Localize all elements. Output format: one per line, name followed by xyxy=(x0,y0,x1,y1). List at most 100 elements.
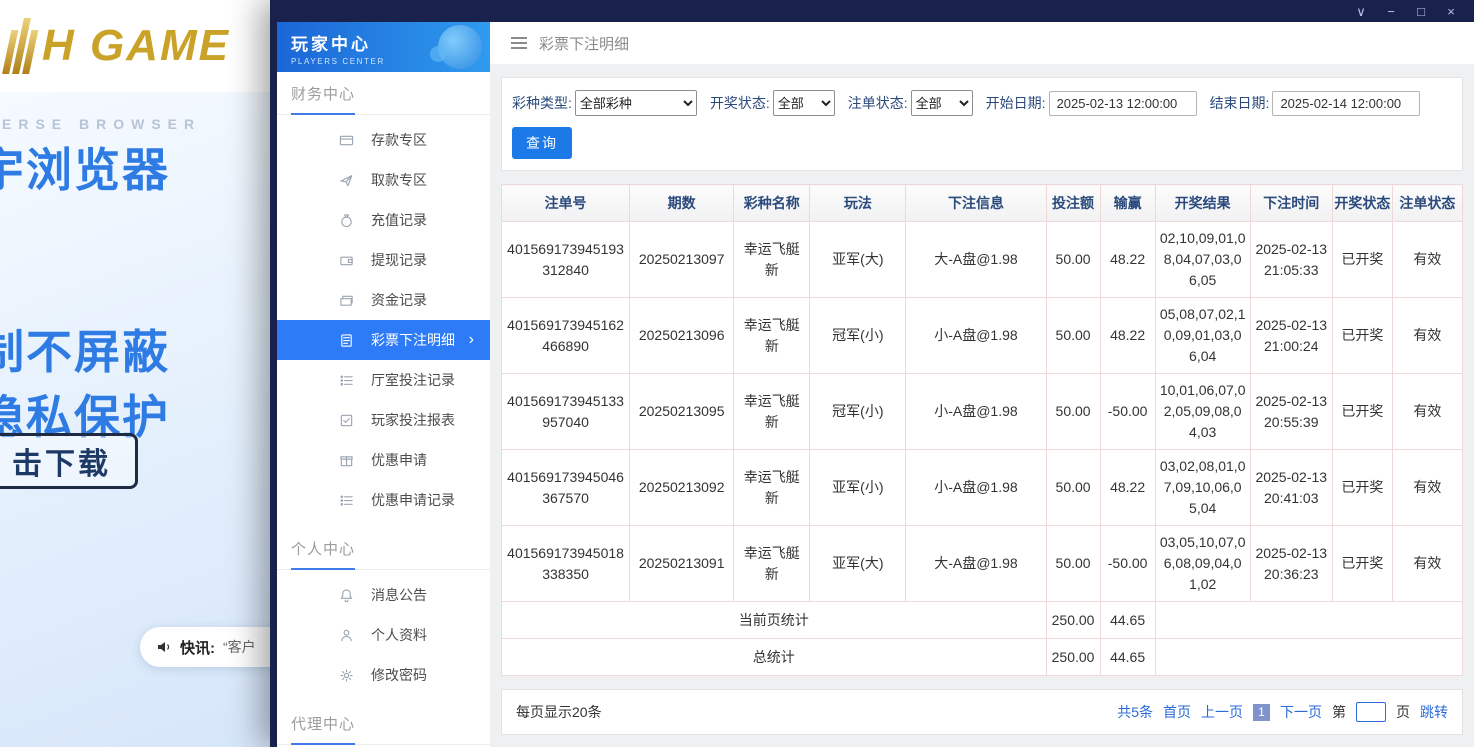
sidebar-item-messages[interactable]: 消息公告 xyxy=(277,575,490,615)
pagination: 共5条 首页 上一页 1 下一页 第 页 跳转 xyxy=(1117,702,1448,722)
cell-lottery: 幸运飞艇新 xyxy=(734,222,810,298)
cell-bet-status: 有效 xyxy=(1392,298,1462,374)
prev-page-link[interactable]: 上一页 xyxy=(1201,702,1243,722)
table-row: 401569173945046367570 20250213092 幸运飞艇新 … xyxy=(502,450,1463,526)
ticker-label: 快讯: xyxy=(180,637,215,658)
filter-panel: 彩种类型: 全部彩种 开奖状态: 全部 注单状态: 全部 开始日期: 结束日期:… xyxy=(501,77,1463,171)
jump-suffix: 页 xyxy=(1396,702,1410,722)
draw-status-label: 开奖状态: xyxy=(710,93,770,113)
cell-win: -50.00 xyxy=(1100,374,1155,450)
search-button[interactable]: 查询 xyxy=(512,127,572,159)
hero-headline-2: 制不屏蔽 xyxy=(0,316,170,382)
cell-result: 03,05,10,07,06,08,09,04,01,02 xyxy=(1155,526,1250,602)
hamburger-icon[interactable] xyxy=(511,37,527,49)
cell-amount: 50.00 xyxy=(1046,222,1100,298)
cell-win: -50.00 xyxy=(1100,526,1155,602)
start-date-input[interactable] xyxy=(1049,91,1197,116)
maximize-icon[interactable]: □ xyxy=(1406,0,1436,22)
end-date-input[interactable] xyxy=(1272,91,1420,116)
cell-time: 2025-02-13 20:36:23 xyxy=(1250,526,1332,602)
cell-bet-no: 401569173945193312840 xyxy=(502,222,630,298)
cell-draw-status: 已开奖 xyxy=(1332,298,1392,374)
sidebar-item-funds-record[interactable]: 资金记录 xyxy=(277,280,490,320)
page-number-input[interactable] xyxy=(1356,702,1386,722)
content: 彩种类型: 全部彩种 开奖状态: 全部 注单状态: 全部 开始日期: 结束日期:… xyxy=(490,64,1474,747)
close-icon[interactable]: × xyxy=(1436,0,1466,22)
cell-lottery: 幸运飞艇新 xyxy=(734,450,810,526)
cell-win: 48.22 xyxy=(1100,450,1155,526)
total-summary-label: 总统计 xyxy=(502,639,1047,676)
cell-result: 10,01,06,07,02,05,09,08,04,03 xyxy=(1155,374,1250,450)
col-period: 期数 xyxy=(630,185,734,222)
main-topbar: 彩票下注明细 xyxy=(490,22,1474,64)
total-count: 共5条 xyxy=(1117,702,1153,722)
chevron-right-icon: › xyxy=(469,331,474,349)
list-icon xyxy=(339,373,354,388)
cell-amount: 50.00 xyxy=(1046,526,1100,602)
sidebar-item-withdraw[interactable]: 取款专区 xyxy=(277,160,490,200)
sidebar-item-withdraw-record[interactable]: 提现记录 xyxy=(277,240,490,280)
cell-play: 亚军(大) xyxy=(810,222,906,298)
col-bet-no: 注单号 xyxy=(502,185,630,222)
page-summary-row: 当前页统计 250.00 44.65 xyxy=(502,602,1463,639)
player-center-window: ∨ − □ × 玩家中心 PLAYERS CENTER 财务中心 存款专区 xyxy=(270,0,1474,747)
table-row: 401569173945193312840 20250213097 幸运飞艇新 … xyxy=(502,222,1463,298)
sidebar-item-hall-bet-record[interactable]: 厅室投注记录 xyxy=(277,360,490,400)
cell-period: 20250213097 xyxy=(630,222,734,298)
sidebar-item-player-bet-report[interactable]: 玩家投注报表 xyxy=(277,400,490,440)
minimize-icon[interactable]: − xyxy=(1376,0,1406,22)
next-page-link[interactable]: 下一页 xyxy=(1280,702,1322,722)
sidebar-item-promo-apply-record[interactable]: 优惠申请记录 xyxy=(277,480,490,520)
cell-bet-status: 有效 xyxy=(1392,374,1462,450)
current-page[interactable]: 1 xyxy=(1253,704,1270,721)
jump-prefix: 第 xyxy=(1332,702,1346,722)
cell-win: 48.22 xyxy=(1100,298,1155,374)
sidebar-item-change-password[interactable]: 修改密码 xyxy=(277,655,490,695)
sidebar-item-profile[interactable]: 个人资料 xyxy=(277,615,490,655)
sidebar: 玩家中心 PLAYERS CENTER 财务中心 存款专区 取款专区 充值记录 xyxy=(277,22,490,747)
sidebar-item-lottery-bet-detail[interactable]: 彩票下注明细 › xyxy=(277,320,490,360)
cell-draw-status: 已开奖 xyxy=(1332,526,1392,602)
hero-banner: ERSE BROWSER 宇浏览器 制不屏蔽 隐私保护 击下载 快讯: “客户 xyxy=(0,92,300,747)
col-amount: 投注额 xyxy=(1046,185,1100,222)
cell-period: 20250213091 xyxy=(630,526,734,602)
page-summary-amount: 250.00 xyxy=(1046,602,1100,639)
cell-draw-status: 已开奖 xyxy=(1332,222,1392,298)
jump-link[interactable]: 跳转 xyxy=(1420,702,1448,722)
cell-period: 20250213096 xyxy=(630,298,734,374)
sidebar-decoration xyxy=(438,25,482,69)
sidebar-item-deposit[interactable]: 存款专区 xyxy=(277,120,490,160)
cell-play: 亚军(小) xyxy=(810,450,906,526)
col-lottery: 彩种名称 xyxy=(734,185,810,222)
col-time: 下注时间 xyxy=(1250,185,1332,222)
page-title: 彩票下注明细 xyxy=(539,33,629,54)
sidebar-decoration-2 xyxy=(430,46,446,62)
chevron-down-icon[interactable]: ∨ xyxy=(1346,0,1376,22)
sidebar-item-recharge-record[interactable]: 充值记录 xyxy=(277,200,490,240)
cell-time: 2025-02-13 20:41:03 xyxy=(1250,450,1332,526)
bet-status-select[interactable]: 全部 xyxy=(911,90,973,116)
draw-status-select[interactable]: 全部 xyxy=(773,90,835,116)
cell-bet-info: 大-A盘@1.98 xyxy=(906,222,1046,298)
sidebar-header: 玩家中心 PLAYERS CENTER xyxy=(277,22,490,72)
first-page-link[interactable]: 首页 xyxy=(1163,702,1191,722)
cell-play: 冠军(小) xyxy=(810,298,906,374)
cell-time: 2025-02-13 21:00:24 xyxy=(1250,298,1332,374)
person-icon xyxy=(339,628,354,643)
download-button[interactable]: 击下载 xyxy=(0,433,138,489)
logo-bars-icon xyxy=(2,18,41,74)
col-bet-status: 注单状态 xyxy=(1392,185,1462,222)
cell-draw-status: 已开奖 xyxy=(1332,374,1392,450)
cell-lottery: 幸运飞艇新 xyxy=(734,374,810,450)
sidebar-item-promo-apply[interactable]: 优惠申请 xyxy=(277,440,490,480)
bet-table: 注单号 期数 彩种名称 玩法 下注信息 投注额 输赢 开奖结果 下注时间 开奖状… xyxy=(501,184,1463,676)
section-personal: 个人中心 xyxy=(277,527,490,570)
window-titlebar: ∨ − □ × xyxy=(270,0,1474,22)
speaker-icon xyxy=(156,639,172,655)
main-area: 彩票下注明细 彩种类型: 全部彩种 开奖状态: 全部 注单状态: 全部 开始日期… xyxy=(490,22,1474,747)
gift-icon xyxy=(339,453,354,468)
cell-amount: 50.00 xyxy=(1046,374,1100,450)
table-row: 401569173945018338350 20250213091 幸运飞艇新 … xyxy=(502,526,1463,602)
lottery-type-select[interactable]: 全部彩种 xyxy=(575,90,697,116)
cell-lottery: 幸运飞艇新 xyxy=(734,298,810,374)
